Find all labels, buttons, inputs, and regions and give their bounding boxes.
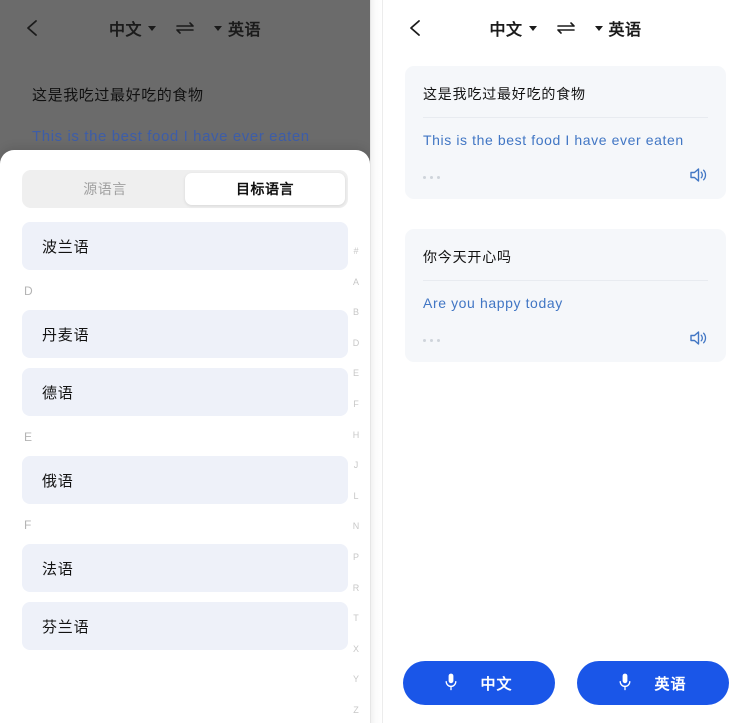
index-letter[interactable]: # bbox=[353, 246, 358, 256]
left-source-language-label[interactable]: 中文 bbox=[109, 16, 142, 40]
dual-screenshot-container: 中文 英语 这是我吃过最好吃的食物 This is the best food … bbox=[0, 0, 748, 723]
index-letter[interactable]: H bbox=[353, 430, 360, 440]
language-scope-tabs: 源语言 目标语言 bbox=[22, 170, 348, 208]
left-target-language-label[interactable]: 英语 bbox=[228, 16, 261, 40]
more-dots-icon[interactable] bbox=[423, 175, 440, 179]
mic-button-target[interactable]: 英语 bbox=[576, 661, 729, 705]
right-screen: 中文 英语 这是我吃过最好吃的食物 This is the best food … bbox=[383, 0, 748, 723]
language-section-header: E bbox=[24, 430, 33, 444]
mic-button-source[interactable]: 中文 bbox=[402, 661, 555, 705]
speaker-icon[interactable] bbox=[688, 329, 708, 352]
chevron-down-icon[interactable] bbox=[594, 25, 603, 31]
chevron-down-icon[interactable] bbox=[214, 25, 222, 31]
language-list-item[interactable]: 法语 bbox=[22, 544, 348, 592]
translation-card[interactable]: 你今天开心吗 Are you happy today bbox=[405, 229, 726, 362]
index-letter[interactable]: E bbox=[353, 368, 359, 378]
card-footer bbox=[423, 330, 708, 350]
index-letter[interactable]: T bbox=[353, 613, 359, 623]
index-letter[interactable]: Z bbox=[353, 705, 359, 715]
card-target-text: Are you happy today bbox=[423, 295, 563, 311]
background-target-text: This is the best food I have ever eaten bbox=[32, 128, 310, 145]
panel-divider bbox=[370, 0, 383, 723]
microphone-icon bbox=[444, 672, 458, 695]
microphone-icon bbox=[618, 672, 632, 695]
language-list-item[interactable]: 丹麦语 bbox=[22, 310, 348, 358]
speaker-icon[interactable] bbox=[688, 166, 708, 189]
right-target-language-label[interactable]: 英语 bbox=[609, 16, 642, 40]
index-letter[interactable]: Y bbox=[353, 674, 359, 684]
index-letter[interactable]: B bbox=[353, 307, 359, 317]
left-language-selector: 中文 英语 bbox=[0, 16, 370, 40]
chevron-down-icon[interactable] bbox=[148, 25, 156, 31]
index-letter[interactable]: N bbox=[353, 521, 360, 531]
swap-arrows-icon[interactable] bbox=[175, 21, 195, 35]
language-list[interactable]: 波兰语 D 丹麦语德语 E 俄语 F 法语芬兰语 bbox=[0, 222, 370, 723]
right-header-bar: 中文 英语 bbox=[383, 0, 748, 58]
index-letter[interactable]: X bbox=[353, 644, 359, 654]
card-footer bbox=[423, 167, 708, 187]
translation-card[interactable]: 这是我吃过最好吃的食物 This is the best food I have… bbox=[405, 66, 726, 199]
language-picker-sheet: 源语言 目标语言 波兰语 D 丹麦语德语 E 俄语 F 法语芬兰语 # A B D E F H J L N P R… bbox=[0, 150, 370, 723]
swap-arrows-icon[interactable] bbox=[556, 21, 576, 35]
index-letter[interactable]: R bbox=[353, 583, 360, 593]
chevron-down-icon[interactable] bbox=[528, 25, 537, 31]
index-letter[interactable]: A bbox=[353, 277, 359, 287]
language-list-item[interactable]: 波兰语 bbox=[22, 222, 348, 270]
language-list-item[interactable]: 俄语 bbox=[22, 456, 348, 504]
index-letter[interactable]: D bbox=[353, 338, 360, 348]
right-source-language-label[interactable]: 中文 bbox=[489, 16, 522, 40]
right-language-selector: 中文 英语 bbox=[383, 16, 748, 40]
tab-source-language[interactable]: 源语言 bbox=[25, 173, 185, 205]
alphabet-index-strip[interactable]: # A B D E F H J L N P R T X Y Z bbox=[348, 246, 364, 715]
mic-button-bar: 中文 英语 bbox=[383, 661, 748, 705]
background-source-text: 这是我吃过最好吃的食物 bbox=[32, 87, 204, 104]
index-letter[interactable]: P bbox=[353, 552, 359, 562]
card-source-text: 你今天开心吗 bbox=[423, 247, 708, 281]
mic-button-target-label: 英语 bbox=[654, 675, 687, 693]
language-list-item[interactable]: 德语 bbox=[22, 368, 348, 416]
card-target-text: This is the best food I have ever eaten bbox=[423, 132, 684, 148]
left-header-bar: 中文 英语 bbox=[0, 0, 370, 58]
language-section-header: F bbox=[24, 518, 32, 532]
more-dots-icon[interactable] bbox=[423, 338, 440, 342]
left-screen: 中文 英语 这是我吃过最好吃的食物 This is the best food … bbox=[0, 0, 370, 723]
mic-button-source-label: 中文 bbox=[480, 675, 513, 693]
index-letter[interactable]: L bbox=[353, 491, 358, 501]
index-letter[interactable]: F bbox=[353, 399, 359, 409]
language-list-item[interactable]: 芬兰语 bbox=[22, 602, 348, 650]
card-source-text: 这是我吃过最好吃的食物 bbox=[423, 84, 708, 118]
language-section-header: D bbox=[24, 284, 33, 298]
index-letter[interactable]: J bbox=[354, 460, 359, 470]
tab-target-language[interactable]: 目标语言 bbox=[185, 173, 345, 205]
